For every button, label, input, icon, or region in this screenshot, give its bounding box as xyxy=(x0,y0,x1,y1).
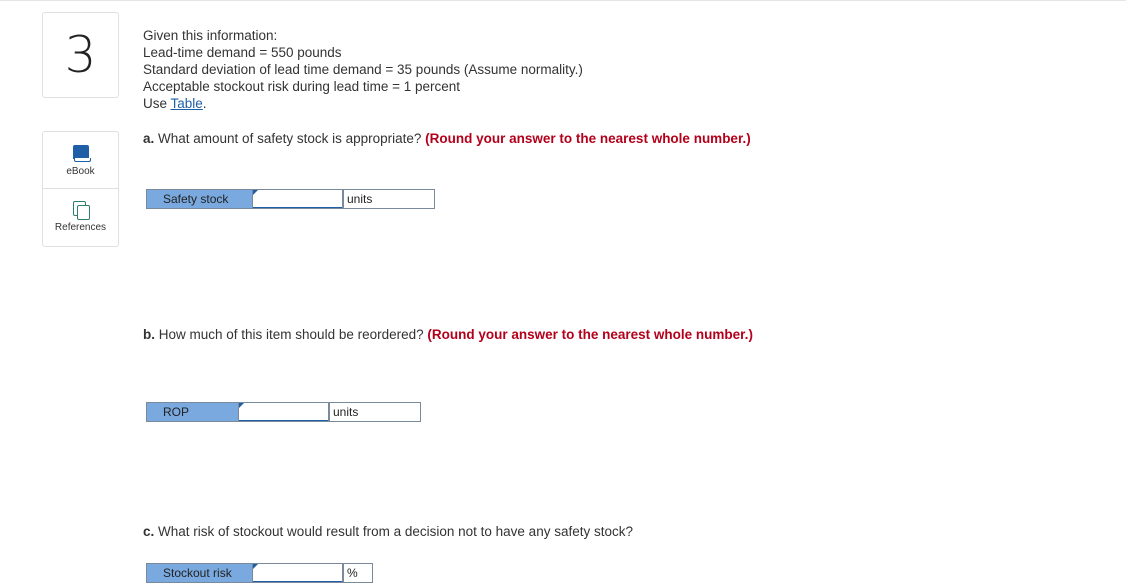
safety-stock-input[interactable] xyxy=(253,191,342,207)
part-b-text: How much of this item should be reordere… xyxy=(155,327,428,342)
safety-stock-unit: units xyxy=(343,189,435,209)
part-c-text: What risk of stockout would result from … xyxy=(154,524,633,539)
part-b-question: b. How much of this item should be reord… xyxy=(143,327,753,342)
stockout-risk-row: Stockout risk % xyxy=(146,563,373,583)
stockout-risk-unit: % xyxy=(343,563,373,583)
use-suffix: . xyxy=(202,96,207,111)
references-icon xyxy=(72,201,90,220)
stockout-risk-label: Stockout risk xyxy=(146,563,253,583)
ebook-button[interactable]: eBook xyxy=(43,132,118,189)
references-label: References xyxy=(54,222,107,233)
safety-stock-input-wrap xyxy=(253,189,343,209)
question-page: 3 eBook References Given this informatio… xyxy=(0,0,1126,586)
references-button[interactable]: References xyxy=(43,189,118,245)
input-flag-icon xyxy=(239,403,244,408)
part-a-instruction: (Round your answer to the nearest whole … xyxy=(425,131,751,146)
rop-unit: units xyxy=(329,402,421,422)
part-b-prefix: b. xyxy=(143,327,155,342)
rop-input-wrap xyxy=(239,402,329,422)
part-a-prefix: a. xyxy=(143,131,155,146)
info-intro: Given this information: xyxy=(143,28,278,43)
part-c-question: c. What risk of stockout would result fr… xyxy=(143,524,633,539)
rop-row: ROP units xyxy=(146,402,421,422)
book-icon xyxy=(72,145,91,163)
part-a-question: a. What amount of safety stock is approp… xyxy=(143,131,751,146)
use-prefix: Use xyxy=(143,96,171,111)
info-line-stddev: Standard deviation of lead time demand =… xyxy=(143,62,583,77)
info-use-line: Use Table. xyxy=(143,96,207,111)
part-a-text: What amount of safety stock is appropria… xyxy=(154,131,426,146)
info-line-risk: Acceptable stockout risk during lead tim… xyxy=(143,79,461,94)
question-number: 3 xyxy=(42,12,119,98)
part-c-prefix: c. xyxy=(143,524,155,539)
input-flag-icon xyxy=(253,564,258,569)
resources-panel: eBook References xyxy=(42,131,119,247)
rop-label: ROP xyxy=(146,402,239,422)
safety-stock-row: Safety stock units xyxy=(146,189,435,209)
input-flag-icon xyxy=(253,190,258,195)
top-divider xyxy=(0,0,1126,1)
info-line-demand: Lead-time demand = 550 pounds xyxy=(143,45,342,60)
part-b-instruction: (Round your answer to the nearest whole … xyxy=(427,327,753,342)
table-link[interactable]: Table xyxy=(171,96,203,111)
ebook-label: eBook xyxy=(66,166,95,177)
stockout-risk-input-wrap xyxy=(253,563,343,583)
safety-stock-label: Safety stock xyxy=(146,189,253,209)
rop-input[interactable] xyxy=(239,404,328,420)
stockout-risk-input[interactable] xyxy=(253,565,342,581)
